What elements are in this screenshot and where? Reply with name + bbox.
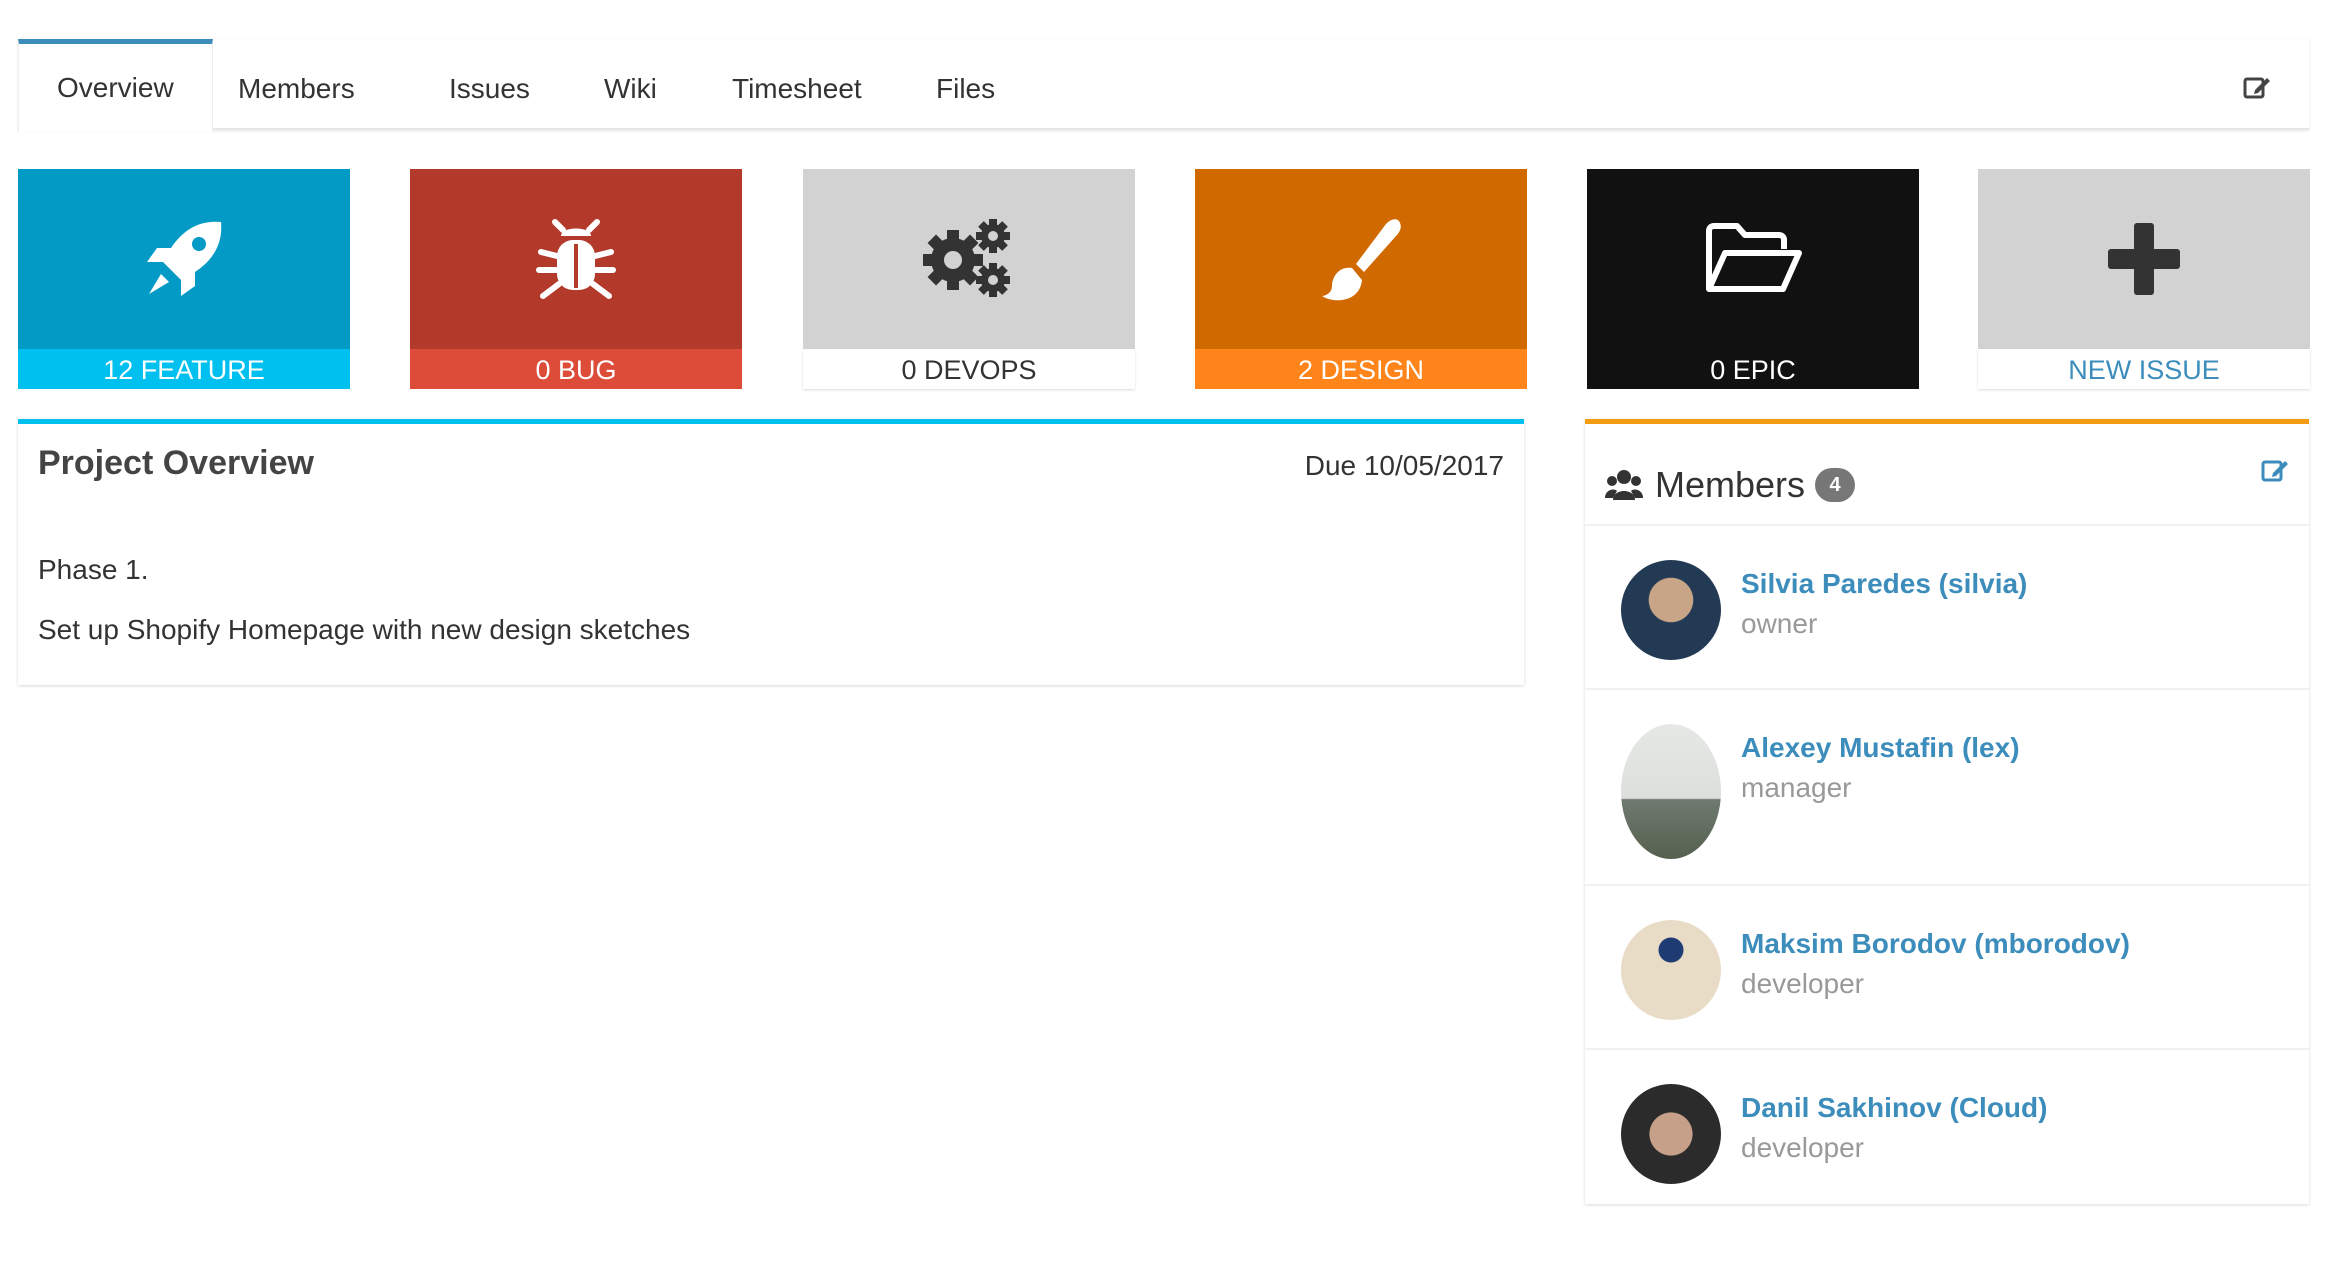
member-role: developer bbox=[1741, 1132, 1864, 1163]
tab-wiki[interactable]: Wiki bbox=[566, 39, 695, 130]
edit-members-icon[interactable] bbox=[2261, 456, 2289, 484]
users-icon bbox=[1605, 470, 1643, 500]
plus-icon bbox=[2108, 223, 2180, 295]
avatar bbox=[1621, 560, 1721, 660]
folder-open-icon bbox=[1706, 223, 1802, 292]
new-issue-tile-label: NEW ISSUE bbox=[1978, 349, 2310, 389]
project-tabs: Overview Members Issues Wiki Timesheet F… bbox=[18, 39, 2309, 132]
tab-files[interactable]: Files bbox=[898, 39, 1033, 130]
member-count-badge: 4 bbox=[1815, 468, 1856, 502]
tab-timesheet[interactable]: Timesheet bbox=[694, 39, 900, 130]
new-issue-tile[interactable]: NEW ISSUE bbox=[1978, 169, 2310, 389]
bug-icon bbox=[536, 219, 616, 299]
design-tile[interactable]: 2 DESIGN bbox=[1195, 169, 1527, 389]
edit-icon[interactable] bbox=[2243, 73, 2271, 101]
avatar bbox=[1621, 724, 1721, 859]
feature-tile-label: 12 FEATURE bbox=[18, 349, 350, 389]
members-title: Members bbox=[1655, 464, 1806, 505]
member-name[interactable]: Danil Sakhinov (Cloud) bbox=[1741, 1092, 2047, 1124]
member-name[interactable]: Alexey Mustafin (lex) bbox=[1741, 732, 2020, 764]
members-panel: Members 4 Silvia Paredes (silvia) owner … bbox=[1585, 419, 2309, 1204]
member-role: developer bbox=[1741, 968, 1864, 999]
bug-tile-label: 0 BUG bbox=[410, 349, 742, 389]
member-name[interactable]: Maksim Borodov (mborodov) bbox=[1741, 928, 2130, 960]
due-date: Due 10/05/2017 bbox=[1304, 450, 1504, 481]
devops-tile-label: 0 DEVOPS bbox=[803, 349, 1135, 389]
tab-members[interactable]: Members bbox=[200, 39, 393, 130]
overview-text-line-1: Phase 1. bbox=[38, 554, 149, 585]
devops-tile[interactable]: 0 DEVOPS bbox=[803, 169, 1135, 389]
paintbrush-icon bbox=[1322, 219, 1401, 301]
member-item[interactable]: Danil Sakhinov (Cloud) developer bbox=[1585, 1050, 2309, 1208]
tab-issues[interactable]: Issues bbox=[411, 39, 568, 130]
member-item[interactable]: Maksim Borodov (mborodov) developer bbox=[1585, 886, 2309, 1048]
bug-tile[interactable]: 0 BUG bbox=[410, 169, 742, 389]
tab-overview[interactable]: Overview bbox=[18, 39, 213, 132]
epic-tile[interactable]: 0 EPIC bbox=[1587, 169, 1919, 389]
avatar bbox=[1621, 1084, 1721, 1184]
member-name[interactable]: Silvia Paredes (silvia) bbox=[1741, 568, 2027, 600]
overview-text-line-2: Set up Shopify Homepage with new design … bbox=[38, 614, 691, 645]
feature-tile[interactable]: 12 FEATURE bbox=[18, 169, 350, 389]
member-role: manager bbox=[1741, 772, 1852, 803]
epic-tile-label: 0 EPIC bbox=[1587, 349, 1919, 389]
member-role: owner bbox=[1741, 608, 1818, 639]
project-overview-panel: Project Overview Due 10/05/2017 Phase 1.… bbox=[18, 419, 1524, 685]
avatar bbox=[1621, 920, 1721, 1020]
panel-title: Project Overview bbox=[38, 444, 314, 482]
member-item[interactable]: Alexey Mustafin (lex) manager bbox=[1585, 690, 2309, 884]
rocket-icon bbox=[147, 221, 222, 296]
member-item[interactable]: Silvia Paredes (silvia) owner bbox=[1585, 526, 2309, 688]
design-tile-label: 2 DESIGN bbox=[1195, 349, 1527, 389]
gears-icon bbox=[923, 219, 1010, 297]
